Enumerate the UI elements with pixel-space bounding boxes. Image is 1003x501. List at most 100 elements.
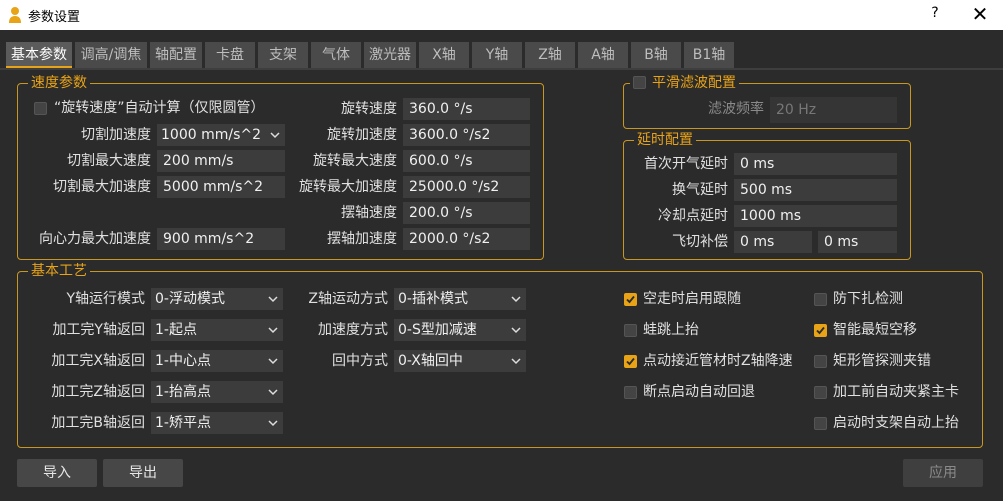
smooth-filter-checkbox[interactable] [633, 75, 646, 89]
smooth-filter-group: 平滑滤波配置 滤波频率 20 Hz [623, 74, 911, 129]
rot-accel-field[interactable]: 3600.0 °/s2 [403, 124, 530, 146]
tab-a-axis[interactable]: A轴 [578, 42, 628, 68]
chevron-down-icon [511, 358, 521, 365]
rot-accel-label: 旋转加速度 [327, 127, 397, 143]
rect-tube-detect-checkbox[interactable] [814, 355, 827, 368]
cool-point-delay-label: 冷却点延时 [658, 208, 728, 224]
swing-accel-label: 摆轴加速度 [327, 231, 397, 247]
y-mode-value: 0-浮动模式 [155, 291, 225, 307]
fly-cut-comp-field-2[interactable]: 0 ms [818, 231, 897, 253]
chevron-down-icon [270, 132, 280, 139]
cut-max-speed-label: 切割最大速度 [67, 153, 151, 169]
chevron-down-icon [511, 296, 521, 303]
centripetal-accel-field[interactable]: 900 mm/s^2 [157, 228, 285, 250]
accel-mode-select[interactable]: 0-S型加减速 [394, 319, 526, 341]
window-title: 参数设置 [28, 10, 81, 25]
idle-follow-checkbox[interactable] [624, 293, 637, 306]
check-icon [626, 295, 635, 304]
swing-speed-field[interactable]: 200.0 °/s [403, 202, 530, 224]
rotate-auto-checkbox[interactable] [34, 102, 47, 115]
tab-support[interactable]: 支架 [258, 42, 308, 68]
first-gas-delay-field[interactable]: 0 ms [734, 153, 897, 175]
swing-accel-field[interactable]: 2000.0 °/s2 [403, 228, 530, 250]
tab-height-focus[interactable]: 调高/调焦 [75, 42, 147, 68]
apply-button[interactable]: 应用 [903, 459, 983, 487]
rot-max-accel-field[interactable]: 25000.0 °/s2 [403, 176, 530, 198]
x-return-select[interactable]: 1-中心点 [151, 350, 283, 372]
first-gas-delay-label: 首次开气延时 [644, 156, 728, 172]
leapfrog-lift-label: 蛙跳上抬 [643, 322, 699, 338]
filter-freq-field[interactable]: 20 Hz [770, 97, 897, 123]
anti-dive-label: 防下扎检测 [833, 291, 903, 307]
b-return-label: 加工完B轴返回 [51, 415, 145, 431]
swing-speed-label: 摆轴速度 [341, 205, 397, 221]
cut-accel-label: 切割加速度 [81, 127, 151, 143]
rot-max-speed-label: 旋转最大速度 [313, 153, 397, 169]
tab-laser[interactable]: 激光器 [364, 42, 416, 68]
gas-swap-delay-label: 换气延时 [672, 182, 728, 198]
b-return-value: 1-矫平点 [155, 415, 211, 431]
tab-b-axis[interactable]: B轴 [631, 42, 681, 68]
y-return-value: 1-起点 [155, 322, 197, 338]
y-return-label: 加工完Y轴返回 [52, 322, 145, 338]
rot-max-accel-label: 旋转最大加速度 [299, 179, 397, 195]
leapfrog-lift-checkbox[interactable] [624, 324, 637, 337]
rot-speed-field[interactable]: 360.0 °/s [403, 98, 530, 120]
chevron-down-icon [268, 358, 278, 365]
rot-speed-label: 旋转速度 [341, 101, 397, 117]
y-mode-label: Y轴运行模式 [66, 291, 145, 307]
tab-chuck[interactable]: 卡盘 [205, 42, 255, 68]
chevron-down-icon [268, 389, 278, 396]
close-button[interactable]: ✕ [968, 2, 992, 26]
gas-swap-delay-field[interactable]: 500 ms [734, 179, 897, 201]
z-motion-select[interactable]: 0-插补模式 [394, 288, 526, 310]
breakpoint-retreat-checkbox[interactable] [624, 386, 637, 399]
z-motion-value: 0-插补模式 [398, 291, 468, 307]
rotate-auto-label: “旋转速度”自动计算（仅限圆管） [54, 100, 265, 116]
tab-divider [0, 68, 1003, 70]
speed-params-legend: 速度参数 [28, 74, 90, 92]
cut-accel-select[interactable]: 1000 mm/s^2 [157, 124, 285, 146]
fly-cut-comp-label: 飞切补偿 [672, 234, 728, 250]
center-mode-label: 回中方式 [332, 353, 388, 369]
rect-tube-detect-label: 矩形管探测夹错 [833, 353, 931, 369]
z-return-select[interactable]: 1-抬高点 [151, 381, 283, 403]
user-icon [9, 7, 21, 23]
auto-clamp-chuck-checkbox[interactable] [814, 386, 827, 399]
import-button[interactable]: 导入 [17, 459, 97, 487]
cool-point-delay-field[interactable]: 1000 ms [734, 205, 897, 227]
center-mode-select[interactable]: 0-X轴回中 [394, 350, 526, 372]
check-icon [626, 357, 635, 366]
jog-z-slow-checkbox[interactable] [624, 355, 637, 368]
basic-process-group: 基本工艺 Y轴运行模式 0-浮动模式 加工完Y轴返回 1-起点 加工完X轴返回 … [17, 262, 983, 448]
chevron-down-icon [268, 327, 278, 334]
cut-max-accel-field[interactable]: 5000 mm/s^2 [157, 176, 285, 198]
accel-mode-label: 加速度方式 [318, 322, 388, 338]
tab-gas[interactable]: 气体 [311, 42, 361, 68]
check-icon [816, 326, 825, 335]
fly-cut-comp-field-1[interactable]: 0 ms [734, 231, 812, 253]
anti-dive-checkbox[interactable] [814, 293, 827, 306]
cut-max-speed-field[interactable]: 200 mm/s [157, 150, 285, 172]
tab-y-axis[interactable]: Y轴 [472, 42, 522, 68]
chevron-down-icon [268, 420, 278, 427]
b-return-select[interactable]: 1-矫平点 [151, 412, 283, 434]
accel-mode-value: 0-S型加减速 [398, 322, 477, 338]
tab-z-axis[interactable]: Z轴 [525, 42, 575, 68]
cut-accel-value: 1000 mm/s^2 [161, 127, 262, 143]
y-mode-select[interactable]: 0-浮动模式 [151, 288, 283, 310]
tab-axis-config[interactable]: 轴配置 [150, 42, 202, 68]
tab-basic[interactable]: 基本参数 [6, 42, 72, 68]
y-return-select[interactable]: 1-起点 [151, 319, 283, 341]
smooth-filter-legend: 平滑滤波配置 [630, 74, 739, 92]
smart-shortest-move-checkbox[interactable] [814, 324, 827, 337]
breakpoint-retreat-label: 断点启动自动回退 [643, 384, 755, 400]
export-button[interactable]: 导出 [103, 459, 183, 487]
help-button[interactable]: ? [927, 5, 943, 21]
tab-x-axis[interactable]: X轴 [419, 42, 469, 68]
support-auto-lift-checkbox[interactable] [814, 417, 827, 430]
idle-follow-label: 空走时启用跟随 [643, 291, 741, 307]
smart-shortest-move-label: 智能最短空移 [833, 322, 917, 338]
tab-b1-axis[interactable]: B1轴 [684, 42, 734, 68]
rot-max-speed-field[interactable]: 600.0 °/s [403, 150, 530, 172]
